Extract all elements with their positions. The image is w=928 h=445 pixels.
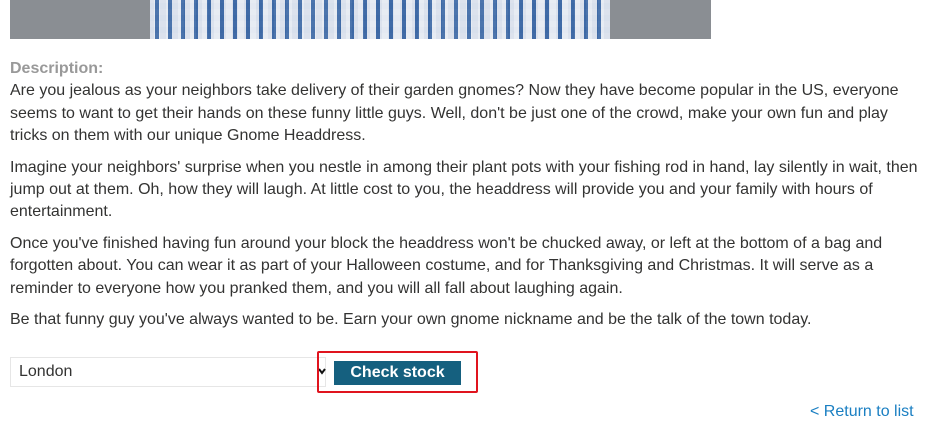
store-select-value: London	[19, 363, 73, 380]
description-paragraph-1: Are you jealous as your neighbors take d…	[10, 82, 899, 145]
description-label: Description:	[10, 60, 104, 77]
return-to-list-link[interactable]: < Return to list	[810, 402, 914, 422]
check-stock-button[interactable]: Check stock	[334, 361, 461, 385]
checkered-shirt-graphic	[150, 0, 610, 39]
store-select[interactable]: London	[10, 357, 326, 387]
product-description: Description: Are you jealous as your nei…	[10, 58, 918, 340]
image-background-right	[610, 0, 711, 39]
description-paragraph-4: Be that funny guy you've always wanted t…	[10, 311, 812, 329]
image-background-left	[10, 0, 150, 39]
product-image	[10, 0, 711, 39]
product-page: Description: Are you jealous as your nei…	[0, 0, 928, 445]
description-paragraph-3: Once you've finished having fun around y…	[10, 234, 883, 297]
description-paragraph-2: Imagine your neighbors' surprise when yo…	[10, 158, 918, 221]
